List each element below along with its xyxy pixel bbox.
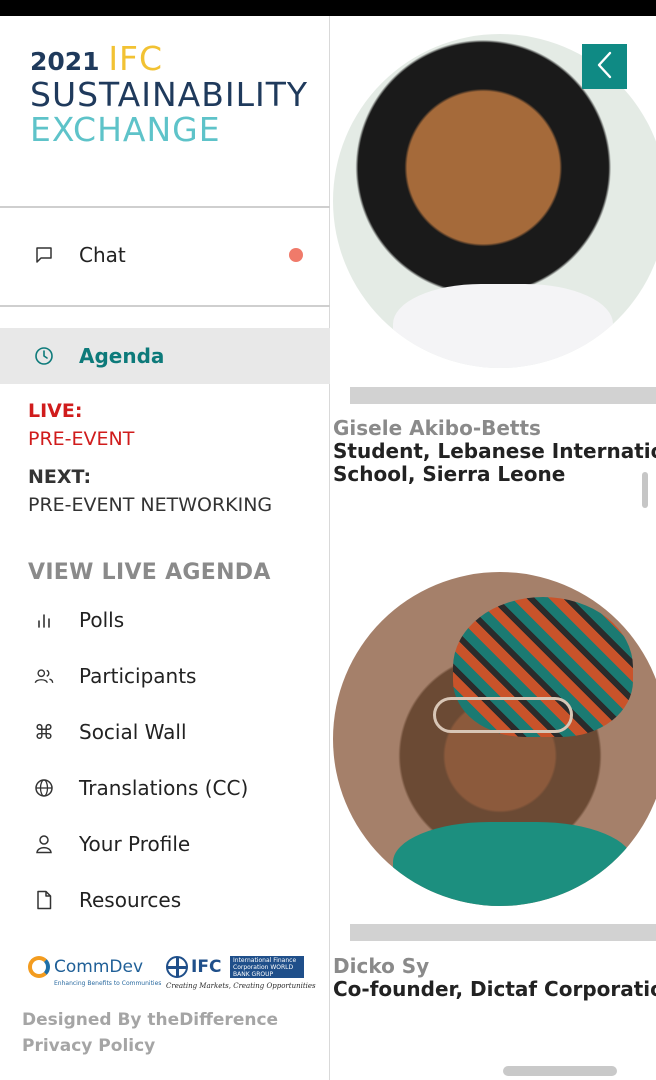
speaker-name: Dicko Sy: [333, 954, 430, 978]
user-icon: [34, 834, 54, 854]
privacy-policy-link[interactable]: Privacy Policy: [22, 1036, 155, 1056]
logo-line-sustainability: SUSTAINABILITY: [30, 75, 309, 114]
live-label: LIVE:: [28, 400, 83, 422]
status-bar: [0, 0, 656, 16]
chat-icon: [34, 245, 54, 265]
command-icon: ⌘: [34, 720, 54, 744]
sidebar-item-polls[interactable]: Polls: [0, 592, 330, 648]
home-indicator[interactable]: [503, 1066, 617, 1076]
next-label: NEXT:: [28, 466, 92, 488]
sidebar-item-label: Your Profile: [79, 832, 191, 856]
notification-dot: [289, 248, 303, 262]
ifc-box-text: International Finance Corporation WORLD …: [230, 956, 304, 978]
event-logo: 2021 IFC SUSTAINABILITY EXCHANGE: [30, 42, 308, 146]
sidebar: 2021 IFC SUSTAINABILITY EXCHANGE Chat Ag…: [0, 16, 330, 1080]
next-value: PRE-EVENT NETWORKING: [28, 494, 273, 516]
commdev-mark-icon: [28, 956, 50, 978]
sidebar-item-label: Agenda: [79, 344, 165, 368]
sidebar-item-resources[interactable]: Resources: [0, 872, 330, 928]
designed-by-link[interactable]: Designed By theDifference: [22, 1010, 278, 1030]
file-icon: [34, 890, 54, 910]
speaker-photo: [333, 572, 656, 906]
commdev-name: CommDev: [54, 957, 144, 977]
bar-chart-icon: [34, 610, 54, 630]
logo-line-exchange: EXCHANGE: [30, 110, 221, 149]
chevron-left-icon: [595, 51, 615, 83]
logo-year: 2021: [30, 47, 100, 76]
sidebar-item-participants[interactable]: Participants: [0, 648, 330, 704]
ifc-tagline: Creating Markets, Creating Opportunities: [166, 982, 316, 990]
sidebar-item-label: Resources: [79, 888, 182, 912]
glasses: [433, 697, 573, 733]
speaker-bar: [350, 387, 656, 404]
sidebar-item-translations[interactable]: Translations (CC): [0, 760, 330, 816]
divider: [0, 206, 330, 208]
speaker-name: Gisele Akibo-Betts: [333, 416, 541, 440]
commdev-tagline: Enhancing Benefits to Communities: [54, 980, 162, 987]
ifc-name: IFC: [191, 957, 222, 977]
clock-icon: [34, 346, 54, 366]
speakers-panel: Gisele Akibo-Betts Student, Lebanese Int…: [331, 16, 656, 1080]
speaker-bar: [350, 924, 656, 941]
logo-line-year: 2021 IFC: [30, 42, 308, 75]
divider: [0, 305, 330, 307]
users-icon: [34, 666, 54, 686]
sidebar-item-label: Social Wall: [79, 720, 187, 744]
sidebar-item-label: Participants: [79, 664, 197, 688]
sidebar-item-label: Polls: [79, 608, 125, 632]
speaker-title-line: Student, Lebanese Internatio: [333, 439, 656, 463]
sidebar-item-agenda[interactable]: Agenda: [0, 328, 330, 384]
live-value: PRE-EVENT: [28, 428, 135, 450]
partner-logos: CommDev Enhancing Benefits to Communitie…: [28, 954, 316, 994]
globe-icon: [34, 778, 54, 798]
scrollbar[interactable]: [642, 472, 648, 508]
sidebar-item-label: Chat: [79, 243, 126, 267]
speaker-title-line: School, Sierra Leone: [333, 462, 566, 486]
sidebar-item-chat[interactable]: Chat: [0, 227, 330, 283]
sidebar-item-social-wall[interactable]: ⌘ Social Wall: [0, 704, 330, 760]
logo-org: IFC: [108, 39, 164, 78]
sidebar-item-label: Translations (CC): [79, 776, 249, 800]
ifc-globe-icon: [166, 956, 188, 978]
speaker-title-line: Co-founder, Dictaf Corporatio: [333, 977, 656, 1001]
sidebar-item-your-profile[interactable]: Your Profile: [0, 816, 330, 872]
shirt: [393, 822, 633, 906]
view-live-agenda-link[interactable]: VIEW LIVE AGENDA: [28, 560, 271, 585]
back-button[interactable]: [582, 44, 627, 89]
